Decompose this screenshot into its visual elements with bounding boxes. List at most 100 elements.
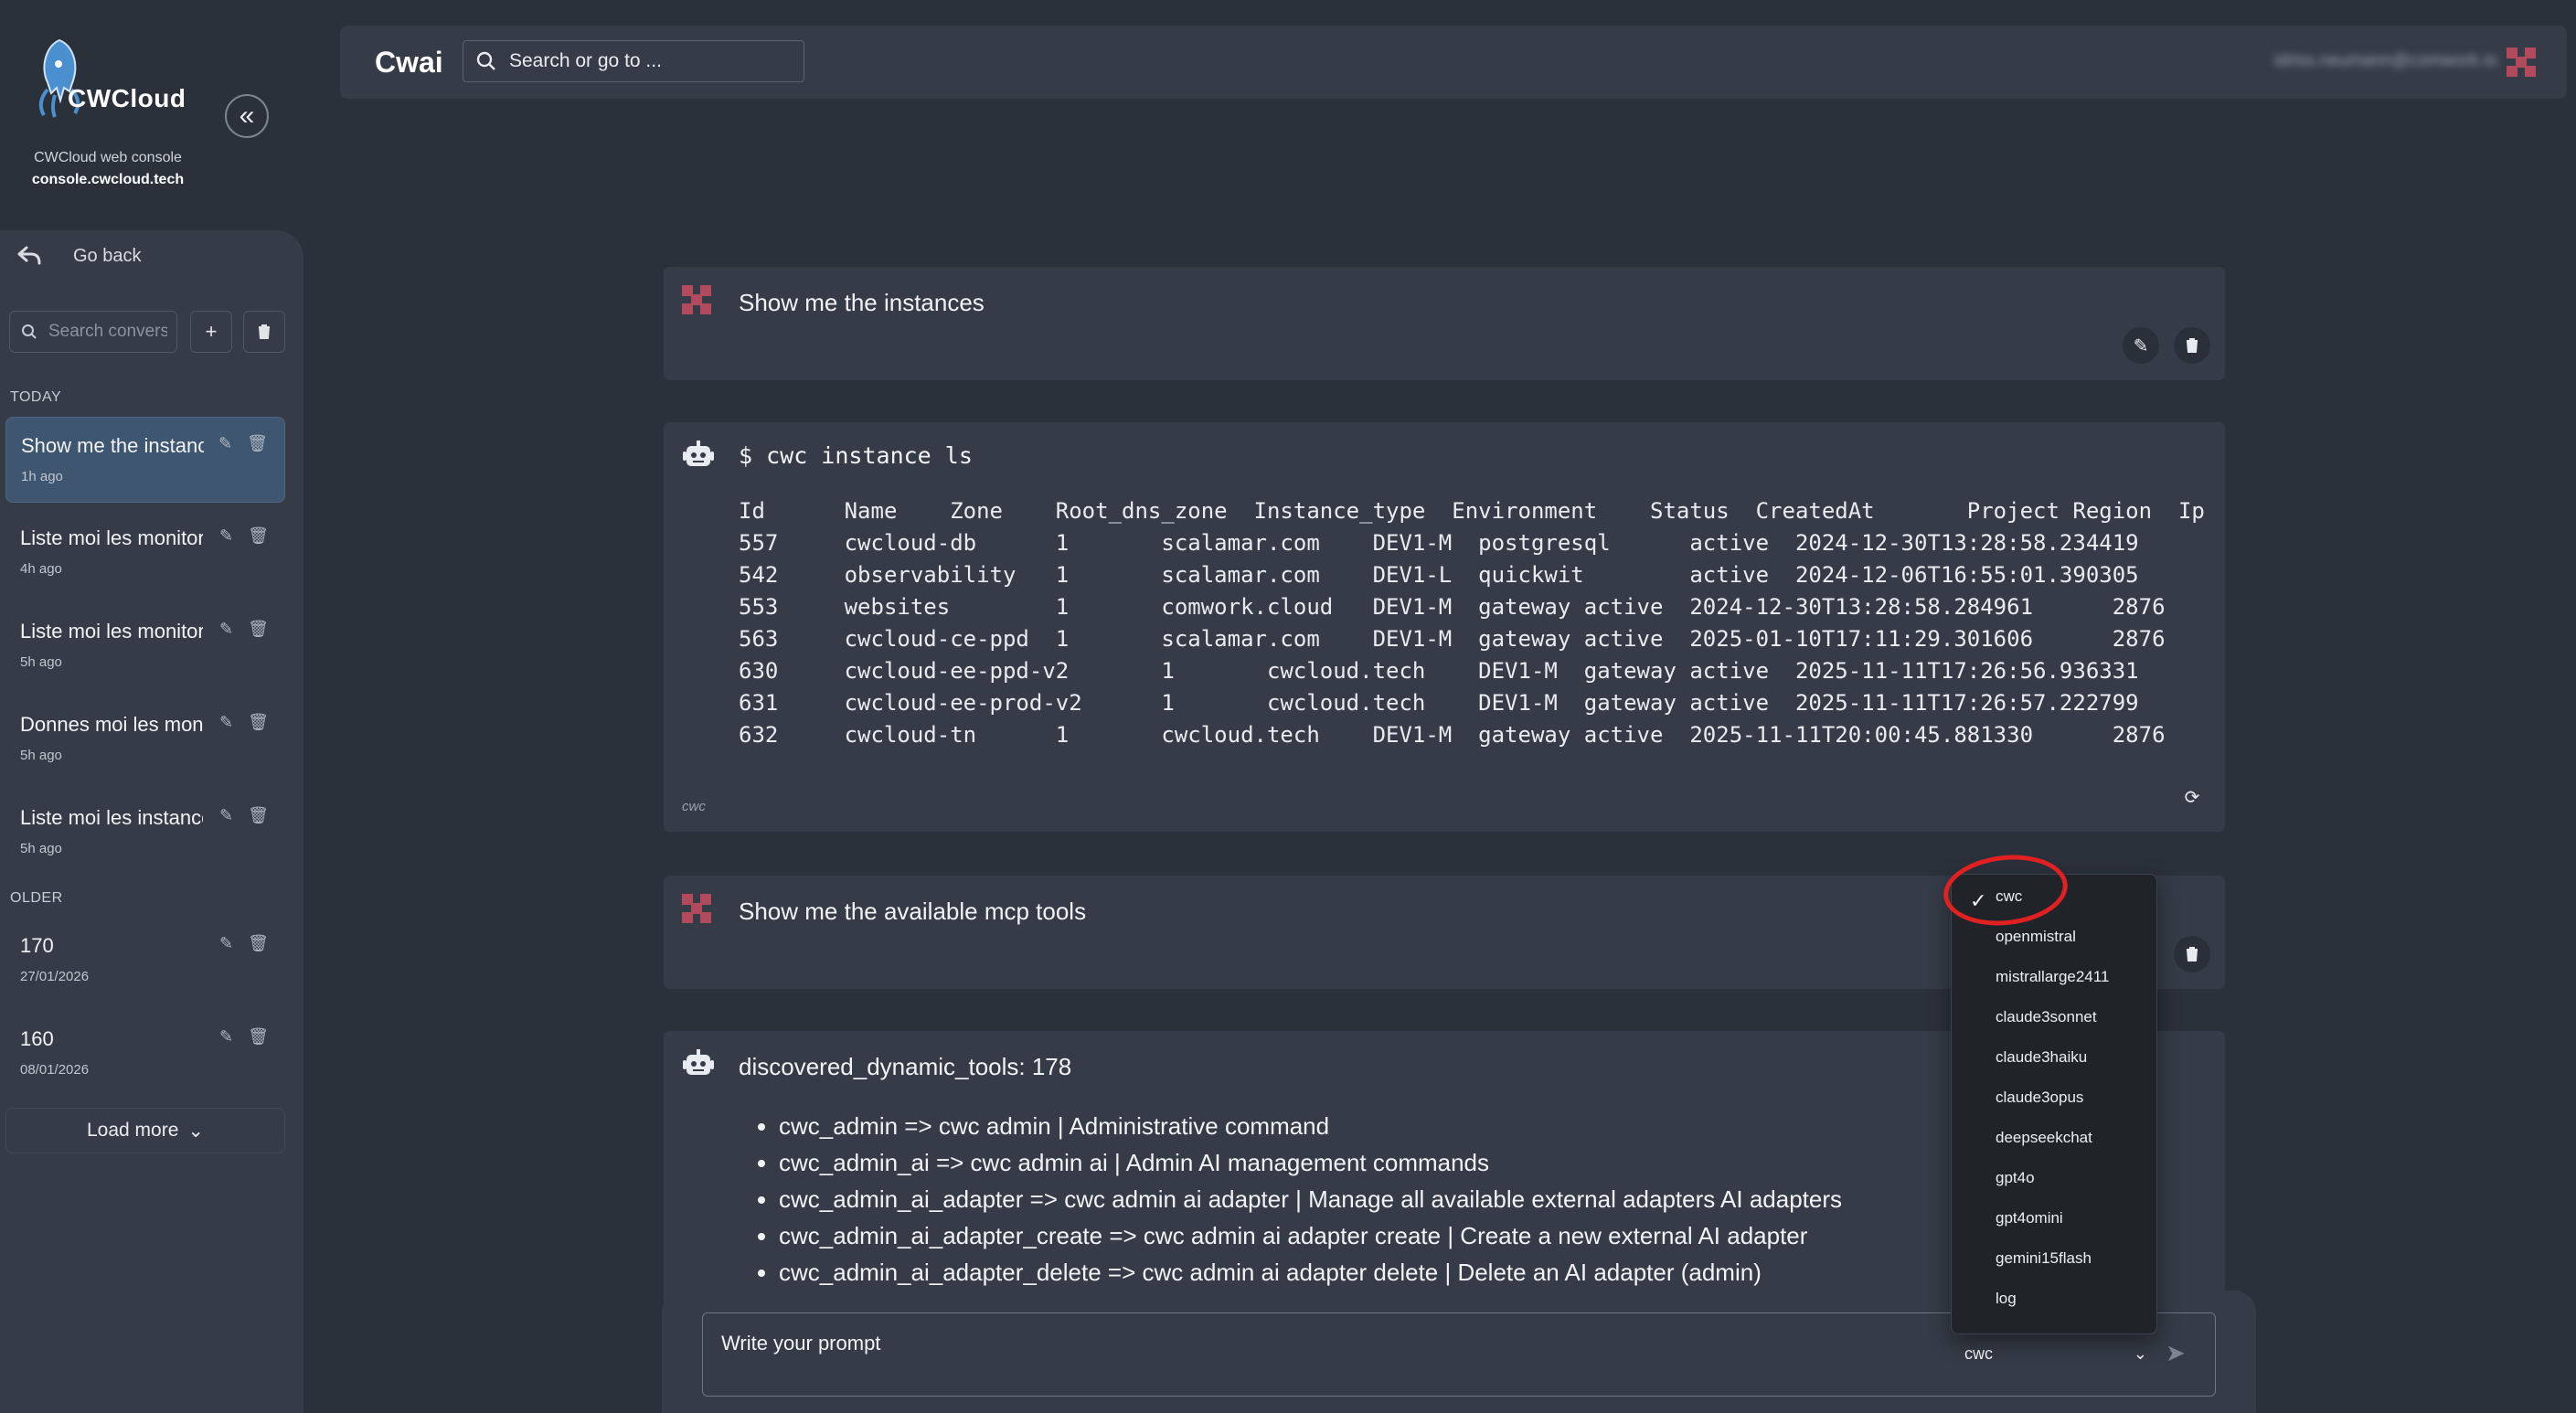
tools-list: cwc_admin => cwc admin | Administrative … xyxy=(779,1108,1842,1291)
conversation-title: Liste moi les instances xyxy=(20,806,203,829)
user-message-text: Show me the available mcp tools xyxy=(739,898,1087,925)
top-header: Cwai idriss.neumann@comwork.io xyxy=(340,26,2567,99)
tool-label: cwc xyxy=(682,799,706,814)
trash-icon[interactable]: 🗑 xyxy=(248,806,269,825)
trash-icon[interactable]: 🗑 xyxy=(248,934,269,953)
pencil-icon[interactable]: ✎ xyxy=(219,934,233,953)
delete-message-button[interactable] xyxy=(2174,327,2210,364)
list-item: cwc_admin_ai_adapter => cwc admin ai ada… xyxy=(779,1181,1842,1217)
model-option[interactable]: claude3opus xyxy=(1996,1089,2083,1107)
trash-icon xyxy=(2187,338,2198,353)
trash-icon xyxy=(259,324,270,339)
conversation-time: 5h ago xyxy=(20,654,62,670)
model-option[interactable]: deepseekchat xyxy=(1996,1129,2092,1147)
conversation-time: 08/01/2026 xyxy=(20,1062,90,1078)
console-label: CWCloud web console xyxy=(34,150,182,165)
collapse-sidebar-button[interactable]: « xyxy=(225,94,269,138)
delete-message-button[interactable] xyxy=(2174,936,2210,972)
user-avatar-icon xyxy=(682,894,711,923)
go-back-link[interactable]: Go back xyxy=(16,245,141,267)
edit-message-button[interactable]: ✎ xyxy=(2123,327,2159,364)
model-option[interactable]: gemini15flash xyxy=(1996,1249,2092,1268)
model-option[interactable]: openmistral xyxy=(1996,928,2076,946)
conversation-item[interactable]: Liste moi les instances 5h ago ✎ 🗑 xyxy=(5,790,285,876)
model-option[interactable]: gpt4o xyxy=(1996,1169,2035,1187)
global-search-input[interactable] xyxy=(507,49,794,73)
user-avatar-icon[interactable] xyxy=(2503,44,2539,80)
table-row: 632 cwcloud-tn 1 cwcloud.tech DEV1-M gat… xyxy=(739,722,2209,748)
conversation-item[interactable]: Donnes moi les monitors 5h ago ✎ 🗑 xyxy=(5,696,285,782)
pencil-icon[interactable]: ✎ xyxy=(218,434,232,453)
conversation-title: Show me the instances xyxy=(21,434,204,457)
conversation-time: 27/01/2026 xyxy=(20,969,90,984)
table-row: 631 cwcloud-ee-prod-v2 1 cwcloud.tech DE… xyxy=(739,690,2209,716)
bot-message: $ cwc instance ls Id Name Zone Root_dns_… xyxy=(664,422,2225,832)
model-select-value: cwc xyxy=(1964,1344,1993,1363)
conversation-item[interactable]: 160 08/01/2026 ✎ 🗑 xyxy=(5,1011,285,1097)
pencil-icon[interactable]: ✎ xyxy=(219,526,233,546)
pencil-icon[interactable]: ✎ xyxy=(219,1027,233,1046)
regenerate-button[interactable]: ⟳ xyxy=(2174,779,2210,815)
conversation-time: 4h ago xyxy=(20,561,62,577)
list-item: cwc_admin => cwc admin | Administrative … xyxy=(779,1108,1842,1144)
trash-icon[interactable]: 🗑 xyxy=(248,526,269,546)
section-today-label: TODAY xyxy=(10,389,62,405)
model-dropdown: ✓ cwc openmistral mistrallarge2411 claud… xyxy=(1951,874,2157,1334)
new-conversation-button[interactable]: + xyxy=(190,311,232,353)
delete-all-conversations-button[interactable] xyxy=(243,311,285,353)
conversation-title: Liste moi les monitors xyxy=(20,620,203,643)
conversation-item[interactable]: 170 27/01/2026 ✎ 🗑 xyxy=(5,918,285,1004)
command-text: $ cwc instance ls xyxy=(739,442,973,469)
page-title: Cwai xyxy=(375,46,443,79)
conversation-search-input[interactable] xyxy=(47,321,169,343)
logo-text: CWCloud xyxy=(68,84,186,112)
conversation-title: Liste moi les monitors xyxy=(20,526,203,549)
user-message-text: Show me the instances xyxy=(739,289,985,316)
pencil-icon[interactable]: ✎ xyxy=(219,620,233,639)
conversation-item[interactable]: Show me the instances 1h ago ✎ 🗑 xyxy=(5,417,285,503)
pencil-icon[interactable]: ✎ xyxy=(219,806,233,825)
model-option[interactable]: log xyxy=(1996,1290,2017,1308)
global-search[interactable] xyxy=(463,40,804,82)
trash-icon[interactable]: 🗑 xyxy=(248,1027,269,1046)
pencil-icon[interactable]: ✎ xyxy=(219,713,233,732)
app-logo[interactable]: CWCloud xyxy=(27,37,186,137)
list-item: cwc_admin_ai_adapter_delete => cwc admin… xyxy=(779,1254,1842,1291)
user-email[interactable]: idriss.neumann@comwork.io xyxy=(2274,51,2497,71)
send-icon[interactable]: ➤ xyxy=(2166,1339,2186,1367)
conversation-time: 1h ago xyxy=(21,469,63,484)
trash-icon[interactable]: 🗑 xyxy=(247,434,268,453)
load-more-button[interactable]: Load more ⌄ xyxy=(5,1108,285,1153)
reply-arrow-icon xyxy=(17,246,41,265)
double-chevron-left-icon: « xyxy=(239,101,255,131)
sidebar: CWCloud « CWCloud web console console.cw… xyxy=(0,0,303,1413)
conversation-title: 160 xyxy=(20,1027,54,1050)
tools-title: discovered_dynamic_tools: 178 xyxy=(739,1053,1072,1080)
conversation-title: Donnes moi les monitors xyxy=(20,713,203,736)
chevron-down-icon: ⌄ xyxy=(2133,1344,2147,1363)
robot-icon xyxy=(683,441,714,466)
conversation-item[interactable]: Liste moi les monitors 4h ago ✎ 🗑 xyxy=(5,510,285,596)
user-message: Show me the instances ✎ xyxy=(664,267,2225,380)
section-older-label: OLDER xyxy=(10,890,63,906)
prompt-input[interactable] xyxy=(719,1330,1911,1370)
trash-icon[interactable]: 🗑 xyxy=(248,620,269,639)
table-row: 553 websites 1 comwork.cloud DEV1-M gate… xyxy=(739,594,2209,620)
user-avatar-icon xyxy=(682,285,711,314)
table-row: 563 cwcloud-ce-ppd 1 scalamar.com DEV1-M… xyxy=(739,626,2209,652)
conversation-search[interactable] xyxy=(9,311,177,353)
model-option[interactable]: mistrallarge2411 xyxy=(1996,968,2109,986)
model-option[interactable]: gpt4omini xyxy=(1996,1209,2063,1227)
model-option[interactable]: claude3haiku xyxy=(1996,1048,2087,1067)
list-item: cwc_admin_ai_adapter_create => cwc admin… xyxy=(779,1217,1842,1254)
conversation-item[interactable]: Liste moi les monitors 5h ago ✎ 🗑 xyxy=(5,603,285,689)
trash-icon[interactable]: 🗑 xyxy=(248,713,269,732)
conversation-time: 5h ago xyxy=(20,748,62,763)
robot-icon xyxy=(683,1049,714,1075)
search-icon xyxy=(22,324,37,339)
model-select[interactable]: cwc ⌄ xyxy=(1964,1335,2147,1372)
table-header: Id Name Zone Root_dns_zone Instance_type… xyxy=(739,498,2205,524)
trash-icon xyxy=(2187,947,2198,961)
go-back-label: Go back xyxy=(73,245,142,266)
model-option[interactable]: claude3sonnet xyxy=(1996,1008,2097,1026)
